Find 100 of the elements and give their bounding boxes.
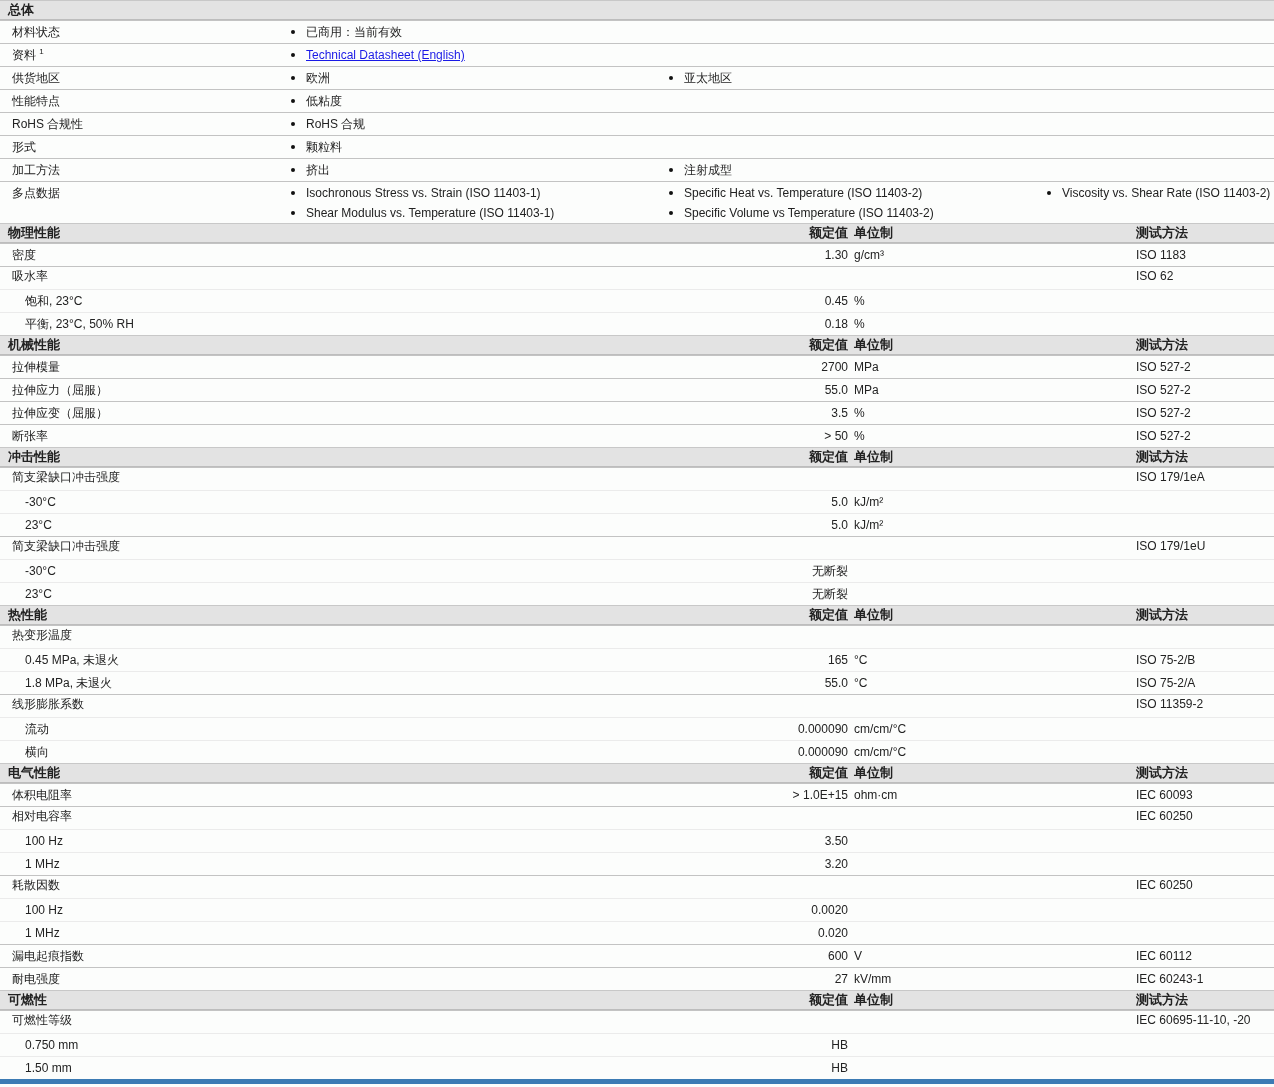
test-method-column-header: 测试方法 xyxy=(1136,991,1188,1009)
test-method-column-header: 测试方法 xyxy=(1136,448,1188,466)
property-value: HB xyxy=(831,1037,848,1054)
property-label: 耗散因数 xyxy=(12,877,60,894)
unit: MPa xyxy=(854,382,879,399)
test-method: IEC 60695-11-10, -20 xyxy=(1136,1012,1251,1029)
property-label: 简支梁缺口冲击强度 xyxy=(12,469,120,486)
property-label: 流动 xyxy=(25,721,49,738)
property-value: 3.50 xyxy=(824,833,848,850)
bullet-icon xyxy=(291,168,295,172)
property-value: 颗粒料 xyxy=(306,138,342,156)
property-value: 0.45 xyxy=(824,293,848,310)
bullet-icon xyxy=(291,76,295,80)
unit: kJ/m² xyxy=(854,494,884,511)
property-label: 100 Hz xyxy=(25,902,64,919)
value-column-header: 额定值 xyxy=(809,991,848,1009)
bullet-icon xyxy=(291,30,295,34)
property-value: 无断裂 xyxy=(812,563,848,580)
property-label: 1 MHz xyxy=(25,856,60,873)
property-value: 55.0 xyxy=(824,675,848,692)
test-method: ISO 179/1eA xyxy=(1136,469,1205,486)
property-label: 1.8 MPa, 未退火 xyxy=(25,675,113,692)
section-title: 热性能 xyxy=(8,607,47,622)
unit: % xyxy=(854,428,865,445)
property-value: RoHS 合规 xyxy=(306,115,366,133)
test-method: ISO 527-2 xyxy=(1136,405,1191,422)
property-label: 23°C xyxy=(25,586,52,603)
unit: cm/cm/°C xyxy=(854,744,907,761)
value-column-header: 额定值 xyxy=(809,336,848,354)
section-title: 冲击性能 xyxy=(8,449,60,464)
property-value: HB xyxy=(831,1060,848,1077)
unit: % xyxy=(854,293,865,310)
section-title: 可燃性 xyxy=(8,992,47,1007)
property-label: 体积电阻率 xyxy=(12,787,72,804)
test-method-column-header: 测试方法 xyxy=(1136,764,1188,782)
test-method: ISO 527-2 xyxy=(1136,359,1191,376)
property-label: 资料 $^{1}$ xyxy=(11,46,44,64)
property-label: 吸水率 xyxy=(12,268,48,285)
unit-column-header: 单位制 xyxy=(854,224,893,242)
datasheet-link[interactable]: Technical Datasheet (English) xyxy=(306,48,465,62)
property-label: 加工方法 xyxy=(11,162,60,179)
value-column-header: 额定值 xyxy=(809,764,848,782)
property-label: 断张率 xyxy=(12,428,48,445)
property-label: 相对电容率 xyxy=(12,808,72,825)
test-method: IEC 60243-1 xyxy=(1136,971,1204,988)
test-method: IEC 60250 xyxy=(1136,808,1193,825)
unit-column-header: 单位制 xyxy=(854,991,893,1009)
property-value: 3.20 xyxy=(824,856,848,873)
bullet-icon xyxy=(291,99,295,103)
property-value: 1.30 xyxy=(824,247,848,264)
property-label: 100 Hz xyxy=(25,833,64,850)
test-method: ISO 1183 xyxy=(1136,247,1186,264)
bullet-icon xyxy=(669,168,673,172)
property-label: 1.50 mm xyxy=(25,1060,72,1077)
bullet-icon xyxy=(291,122,295,126)
test-method: ISO 75-2/A xyxy=(1136,675,1196,692)
property-value: Viscosity vs. Shear Rate (ISO 11403-2) xyxy=(1062,186,1271,200)
property-label: 简支梁缺口冲击强度 xyxy=(12,538,120,555)
property-value: 注射成型 xyxy=(684,161,732,179)
bullet-icon xyxy=(291,211,295,215)
test-method: IEC 60093 xyxy=(1136,787,1193,804)
test-method: ISO 527-2 xyxy=(1136,428,1191,445)
bullet-icon xyxy=(669,191,673,195)
bullet-icon xyxy=(291,191,295,195)
property-label: 性能特点 xyxy=(11,93,60,110)
property-label: 0.750 mm xyxy=(25,1037,79,1054)
unit: MPa xyxy=(854,359,879,376)
section-title: 总体 xyxy=(6,2,34,17)
property-label: 1 MHz xyxy=(25,925,60,942)
value-column-header: 额定值 xyxy=(809,448,848,466)
property-label: 耐电强度 xyxy=(12,971,60,988)
property-value: 600 xyxy=(827,948,848,965)
test-method: IEC 60112 xyxy=(1136,948,1192,965)
bullet-icon xyxy=(669,76,673,80)
property-value: 2700 xyxy=(821,359,848,376)
test-method-column-header: 测试方法 xyxy=(1136,224,1188,242)
test-method: ISO 527-2 xyxy=(1136,382,1191,399)
property-value: 无断裂 xyxy=(812,586,848,603)
property-value: Isochronous Stress vs. Strain (ISO 11403-1) xyxy=(306,186,541,200)
property-label: 拉伸模量 xyxy=(12,359,60,376)
property-label: 23°C xyxy=(25,517,52,534)
property-value: 27 xyxy=(834,971,848,988)
unit: g/cm³ xyxy=(854,247,884,264)
test-method: IEC 60250 xyxy=(1136,877,1193,894)
property-value: 165 xyxy=(827,652,848,669)
property-label: 材料状态 xyxy=(11,24,60,41)
unit-column-header: 单位制 xyxy=(854,336,893,354)
unit: cm/cm/°C xyxy=(854,721,907,738)
property-label: 可燃性等级 xyxy=(12,1012,72,1029)
property-label: 形式 xyxy=(11,139,36,156)
unit: kV/mm xyxy=(854,971,892,988)
property-value: > 1.0E+15 xyxy=(792,787,848,804)
property-value: 3.5 xyxy=(831,405,848,422)
bullet-icon xyxy=(1047,191,1051,195)
section-title: 机械性能 xyxy=(8,337,60,352)
property-value: 0.000090 xyxy=(797,721,848,738)
property-label: 漏电起痕指数 xyxy=(12,948,84,965)
property-label: 供货地区 xyxy=(11,70,60,87)
property-label: 热变形温度 xyxy=(12,627,72,644)
test-method: ISO 75-2/B xyxy=(1136,652,1196,669)
